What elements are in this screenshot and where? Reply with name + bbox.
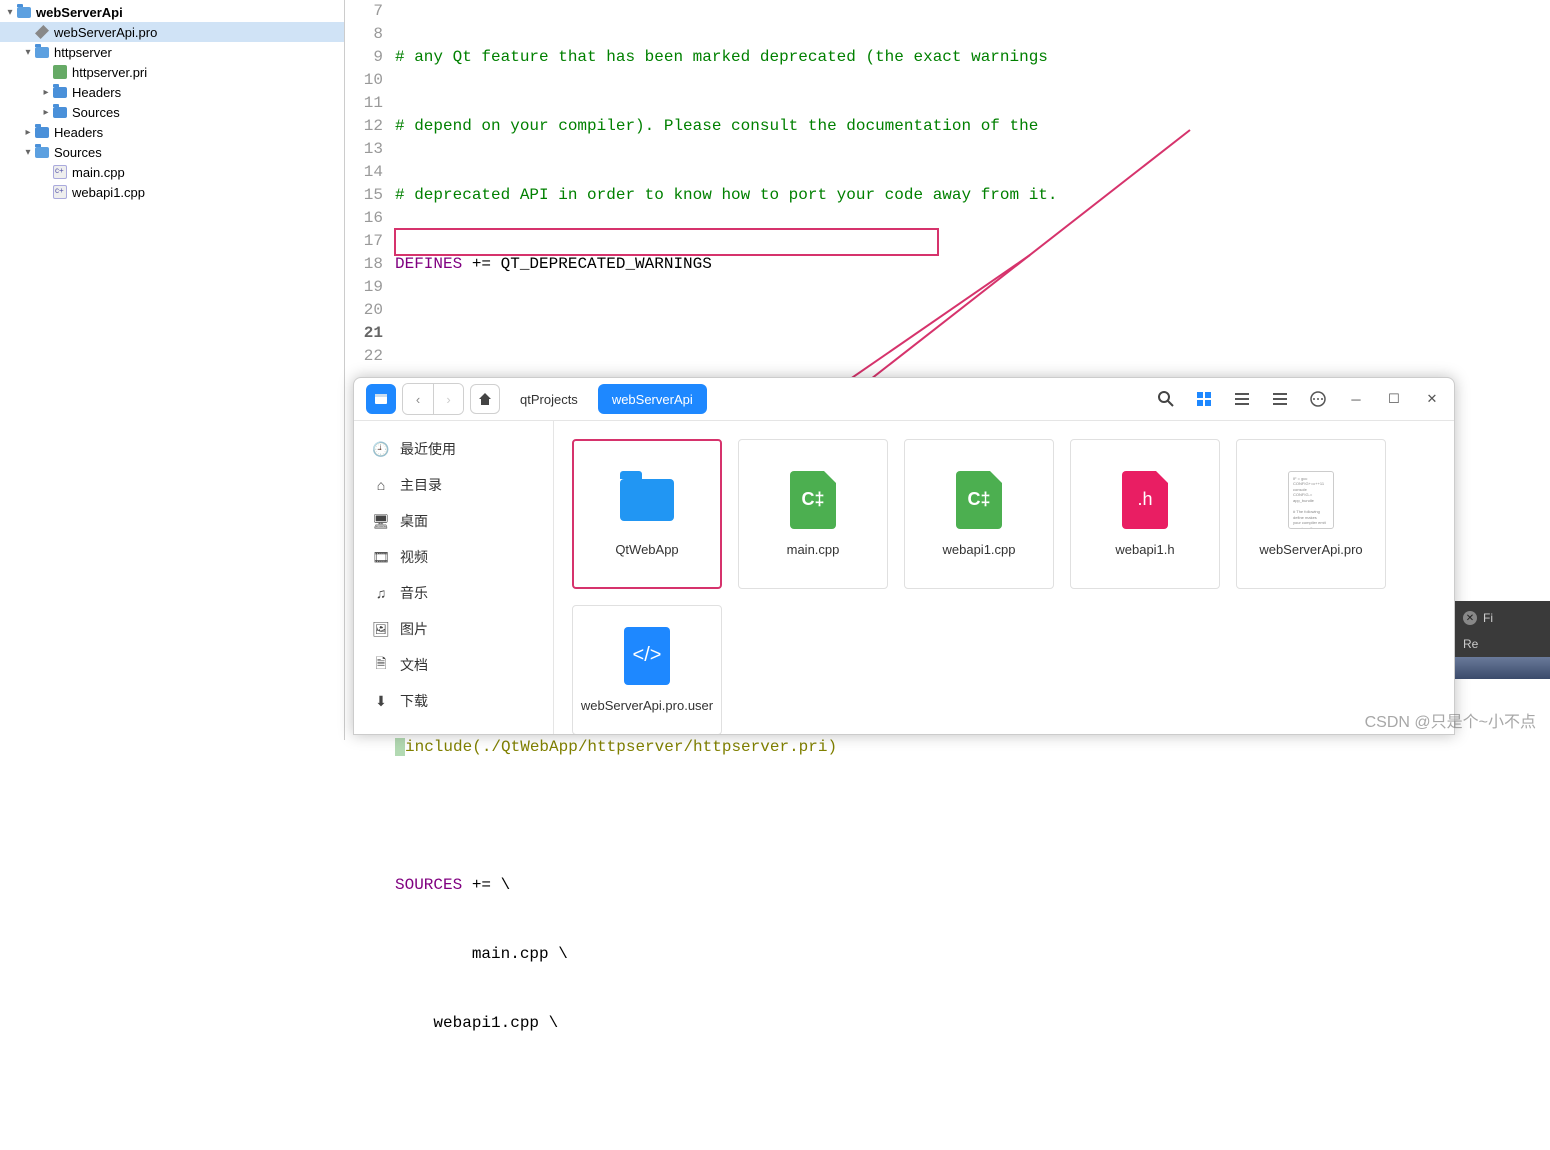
tree-label: Headers bbox=[54, 125, 103, 140]
sidebar-item-videos[interactable]: 🎞视频 bbox=[354, 539, 553, 575]
tree-main-cpp[interactable]: main.cpp bbox=[0, 162, 344, 182]
cpp-icon: C‡ bbox=[949, 470, 1009, 530]
replace-panel-peek[interactable]: Re bbox=[1455, 635, 1550, 657]
tree-label: Headers bbox=[72, 85, 121, 100]
file-item-webapi1-cpp[interactable]: C‡ webapi1.cpp bbox=[904, 439, 1054, 589]
pri-file-icon bbox=[52, 64, 68, 80]
search-icon[interactable] bbox=[1156, 389, 1176, 409]
tree-pro-file[interactable]: webServerApi.pro bbox=[0, 22, 344, 42]
tree-label: Sources bbox=[72, 105, 120, 120]
file-manager-window: ‹ › qtProjects webServerApi ─ ☐ bbox=[353, 377, 1455, 735]
tree-label: Sources bbox=[54, 145, 102, 160]
file-manager-sidebar: 🕘最近使用 ⌂主目录 🖥桌面 🎞视频 ♫音乐 🖼图片 🗎文档 ⬇下载 bbox=[354, 421, 554, 734]
sidebar-item-documents[interactable]: 🗎文档 bbox=[354, 647, 553, 683]
text-file-icon: IF = gccCONFIG+=c++11 consoleCONFIG-= ap… bbox=[1281, 470, 1341, 530]
chevron-down-icon: ▾ bbox=[4, 7, 16, 18]
tree-webapi1-cpp[interactable]: webapi1.cpp bbox=[0, 182, 344, 202]
nav-back-forward: ‹ › bbox=[402, 383, 464, 415]
compact-view-icon[interactable] bbox=[1270, 389, 1290, 409]
breadcrumb-parent[interactable]: qtProjects bbox=[506, 384, 592, 414]
file-item-pro-user[interactable]: </> webServerApi.pro.user bbox=[572, 605, 722, 734]
grid-view-icon[interactable] bbox=[1194, 389, 1214, 409]
folder-icon bbox=[52, 84, 68, 100]
tree-headers-inner[interactable]: ▸ Headers bbox=[0, 82, 344, 102]
video-icon: 🎞 bbox=[372, 548, 390, 566]
chevron-down-icon: ▾ bbox=[22, 47, 34, 58]
home-button[interactable] bbox=[470, 384, 500, 414]
tree-label: webServerApi.pro bbox=[54, 25, 157, 40]
chevron-right-icon: ▸ bbox=[22, 127, 34, 138]
file-label: webServerApi.pro.user bbox=[581, 698, 713, 715]
file-label: webapi1.h bbox=[1115, 542, 1174, 559]
file-grid: QtWebApp C‡ main.cpp C‡ webapi1.cpp .h w… bbox=[554, 421, 1454, 734]
chevron-down-icon: ▾ bbox=[22, 147, 34, 158]
folder-icon bbox=[34, 44, 50, 60]
sidebar-item-desktop[interactable]: 🖥桌面 bbox=[354, 503, 553, 539]
header-icon: .h bbox=[1115, 470, 1175, 530]
sidebar-item-downloads[interactable]: ⬇下载 bbox=[354, 683, 553, 719]
app-menu-button[interactable] bbox=[366, 384, 396, 414]
pro-user-icon: </> bbox=[617, 626, 677, 686]
file-item-qtwebapp[interactable]: QtWebApp bbox=[572, 439, 722, 589]
wrench-icon bbox=[34, 24, 50, 40]
file-item-pro[interactable]: IF = gccCONFIG+=c++11 consoleCONFIG-= ap… bbox=[1236, 439, 1386, 589]
home-icon: ⌂ bbox=[372, 476, 390, 494]
close-icon[interactable]: ✕ bbox=[1463, 611, 1477, 625]
tree-headers[interactable]: ▸ Headers bbox=[0, 122, 344, 142]
folder-icon bbox=[34, 124, 50, 140]
tree-label: webServerApi bbox=[36, 5, 123, 20]
picture-icon: 🖼 bbox=[372, 620, 390, 638]
file-manager-toolbar: ‹ › qtProjects webServerApi ─ ☐ bbox=[354, 378, 1454, 421]
file-label: main.cpp bbox=[787, 542, 840, 559]
panel-peek bbox=[1455, 657, 1550, 679]
file-label: webapi1.cpp bbox=[943, 542, 1016, 559]
cpp-file-icon bbox=[52, 184, 68, 200]
back-button[interactable]: ‹ bbox=[403, 384, 433, 414]
project-tree-sidebar: ▾ webServerApi webServerApi.pro ▾ httpse… bbox=[0, 0, 345, 740]
tree-root[interactable]: ▾ webServerApi bbox=[0, 2, 344, 22]
music-icon: ♫ bbox=[372, 584, 390, 602]
tree-sources-inner[interactable]: ▸ Sources bbox=[0, 102, 344, 122]
sidebar-item-home[interactable]: ⌂主目录 bbox=[354, 467, 553, 503]
desktop-icon: 🖥 bbox=[372, 512, 390, 530]
chevron-right-icon: ▸ bbox=[40, 87, 52, 98]
file-label: QtWebApp bbox=[615, 542, 678, 559]
chevron-right-icon: ▸ bbox=[40, 107, 52, 118]
sidebar-item-recent[interactable]: 🕘最近使用 bbox=[354, 431, 553, 467]
maximize-button[interactable]: ☐ bbox=[1384, 389, 1404, 409]
tree-label: httpserver bbox=[54, 45, 112, 60]
breadcrumb-current[interactable]: webServerApi bbox=[598, 384, 707, 414]
folder-icon bbox=[52, 104, 68, 120]
sidebar-item-pictures[interactable]: 🖼图片 bbox=[354, 611, 553, 647]
find-panel-peek[interactable]: ✕Fi bbox=[1455, 601, 1550, 635]
clock-icon: 🕘 bbox=[372, 440, 390, 458]
download-icon: ⬇ bbox=[372, 692, 390, 710]
tree-label: httpserver.pri bbox=[72, 65, 147, 80]
file-item-webapi1-h[interactable]: .h webapi1.h bbox=[1070, 439, 1220, 589]
tree-httpserver[interactable]: ▾ httpserver bbox=[0, 42, 344, 62]
minimize-button[interactable]: ─ bbox=[1346, 389, 1366, 409]
file-item-main-cpp[interactable]: C‡ main.cpp bbox=[738, 439, 888, 589]
cpp-icon: C‡ bbox=[783, 470, 843, 530]
folder-icon bbox=[617, 470, 677, 530]
tree-label: webapi1.cpp bbox=[72, 185, 145, 200]
tree-sources[interactable]: ▾ Sources bbox=[0, 142, 344, 162]
close-button[interactable]: ✕ bbox=[1422, 389, 1442, 409]
file-label: webServerApi.pro bbox=[1259, 542, 1362, 559]
line-number-gutter: 78 910 1112 1314 1516 1718 1920 21 22 bbox=[345, 0, 389, 368]
more-menu-icon[interactable] bbox=[1308, 389, 1328, 409]
sidebar-item-music[interactable]: ♫音乐 bbox=[354, 575, 553, 611]
document-icon: 🗎 bbox=[372, 656, 390, 674]
cpp-file-icon bbox=[52, 164, 68, 180]
folder-icon bbox=[34, 144, 50, 160]
text-cursor bbox=[395, 738, 405, 756]
project-tree: ▾ webServerApi webServerApi.pro ▾ httpse… bbox=[0, 0, 344, 204]
forward-button[interactable]: › bbox=[433, 384, 463, 414]
tree-label: main.cpp bbox=[72, 165, 125, 180]
tree-httpserver-pri[interactable]: httpserver.pri bbox=[0, 62, 344, 82]
list-view-icon[interactable] bbox=[1232, 389, 1252, 409]
project-folder-icon bbox=[16, 4, 32, 20]
